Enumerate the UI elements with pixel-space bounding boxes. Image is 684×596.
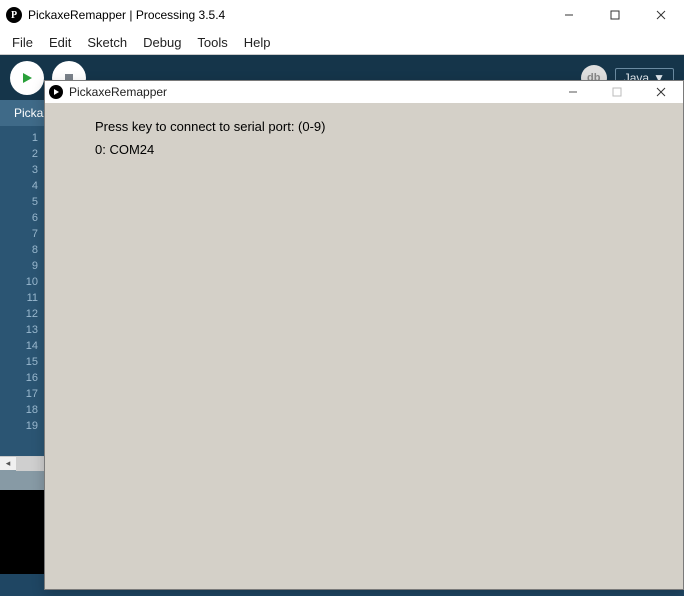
line-number: 2 — [0, 146, 38, 162]
line-number: 7 — [0, 226, 38, 242]
line-number: 15 — [0, 354, 38, 370]
line-number: 10 — [0, 274, 38, 290]
sketch-canvas[interactable]: Press key to connect to serial port: (0-… — [45, 103, 683, 589]
run-button[interactable] — [10, 61, 44, 95]
line-number: 16 — [0, 370, 38, 386]
scroll-left-icon[interactable]: ◂ — [0, 457, 16, 471]
menu-edit[interactable]: Edit — [41, 32, 79, 53]
window-controls — [546, 0, 684, 30]
line-number: 1 — [0, 130, 38, 146]
sketch-close-button[interactable] — [639, 81, 683, 103]
main-titlebar: P PickaxeRemapper | Processing 3.5.4 — [0, 0, 684, 30]
line-number: 5 — [0, 194, 38, 210]
line-number: 9 — [0, 258, 38, 274]
prompt-text: Press key to connect to serial port: (0-… — [95, 119, 633, 134]
menu-tools[interactable]: Tools — [189, 32, 235, 53]
line-number: 6 — [0, 210, 38, 226]
port-option-0: 0: COM24 — [95, 142, 633, 157]
line-number: 12 — [0, 306, 38, 322]
line-number: 18 — [0, 402, 38, 418]
sketch-minimize-button[interactable] — [551, 81, 595, 103]
line-gutter: 1 2 3 4 5 6 7 8 9 10 11 12 13 14 15 16 1… — [0, 126, 44, 456]
menu-file[interactable]: File — [4, 32, 41, 53]
line-number: 14 — [0, 338, 38, 354]
menu-sketch[interactable]: Sketch — [79, 32, 135, 53]
line-number: 17 — [0, 386, 38, 402]
processing-icon: P — [6, 7, 22, 23]
line-number: 13 — [0, 322, 38, 338]
menu-debug[interactable]: Debug — [135, 32, 189, 53]
maximize-button[interactable] — [592, 0, 638, 30]
sketch-window-controls — [551, 81, 683, 103]
line-number: 8 — [0, 242, 38, 258]
menu-help[interactable]: Help — [236, 32, 279, 53]
window-title: PickaxeRemapper | Processing 3.5.4 — [28, 8, 546, 22]
sketch-titlebar: PickaxeRemapper — [45, 81, 683, 103]
line-number: 4 — [0, 178, 38, 194]
menubar: File Edit Sketch Debug Tools Help — [0, 30, 684, 55]
line-number: 19 — [0, 418, 38, 434]
minimize-button[interactable] — [546, 0, 592, 30]
sketch-title: PickaxeRemapper — [69, 85, 551, 99]
sketch-icon — [49, 85, 63, 99]
sketch-maximize-button — [595, 81, 639, 103]
line-number: 11 — [0, 290, 38, 306]
line-number: 3 — [0, 162, 38, 178]
sketch-window: PickaxeRemapper Press key to connect to … — [44, 80, 684, 590]
app-icon-letter: P — [11, 10, 17, 21]
close-button[interactable] — [638, 0, 684, 30]
